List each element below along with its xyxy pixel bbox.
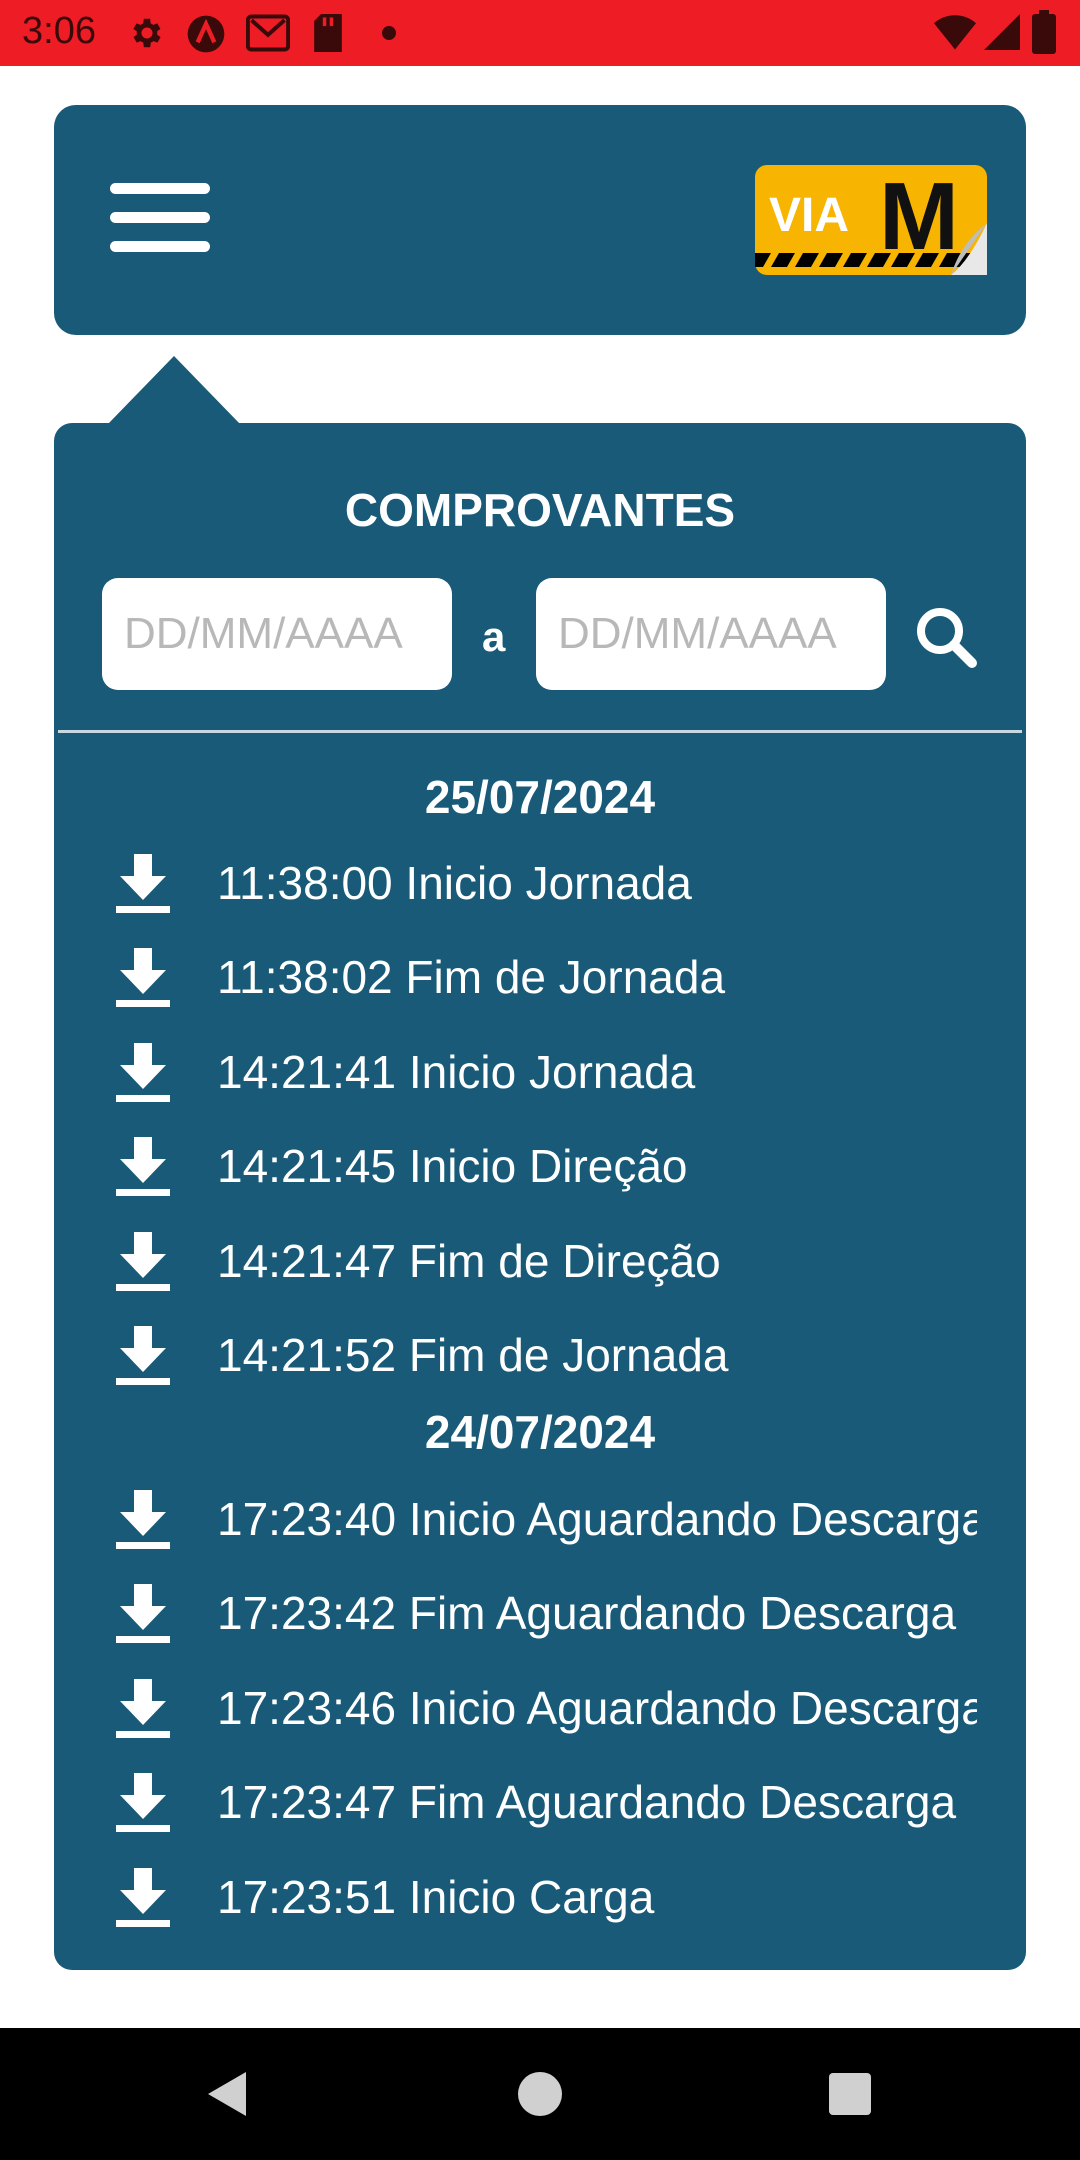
entry-label: 14:21:47 Fim de Direção [217, 1235, 721, 1287]
page-title: COMPROVANTES [344, 484, 736, 536]
list-item[interactable]: 11:38:02 Fim de Jornada [54, 942, 1026, 1022]
entry-label: 11:38:02 Fim de Jornada [217, 951, 726, 1003]
entry-label: 14:21:52 Fim de Jornada [217, 1329, 729, 1381]
list-item[interactable]: 17:23:42 Fim Aguardando Descarga [54, 1578, 1026, 1658]
list-item[interactable]: 17:23:47 Fim Aguardando Descarga [54, 1767, 1026, 1847]
hamburger-menu-icon[interactable] [110, 183, 210, 253]
entry-label: 17:23:40 Inicio Aguardando Descarga [217, 1493, 977, 1545]
entry-label: 17:23:46 Inicio Aguardando Descarga [217, 1682, 977, 1734]
gear-icon [133, 18, 161, 48]
list-item[interactable]: 14:21:41 Inicio Jornada [54, 1037, 1026, 1117]
sd-card-icon [314, 14, 342, 52]
download-icon [116, 1232, 170, 1291]
home-icon[interactable] [508, 2062, 572, 2126]
download-icon [116, 948, 170, 1007]
wifi-icon [934, 15, 976, 50]
back-icon[interactable] [196, 2062, 260, 2126]
signal-icon [984, 14, 1020, 50]
list-item[interactable]: 17:23:40 Inicio Aguardando Descarga [54, 1484, 1026, 1564]
status-bar: 3:06 [0, 0, 1080, 66]
list-item[interactable]: 17:23:46 Inicio Aguardando Descarga [54, 1673, 1026, 1753]
date-from-input[interactable] [102, 578, 452, 690]
download-icon [116, 1868, 170, 1927]
entry-label: 11:38:00 Inicio Jornada [217, 857, 692, 909]
dot-icon [382, 26, 396, 40]
date-range-separator: a [482, 613, 506, 660]
date-heading: 24/07/2024 [424, 1406, 656, 1458]
gmail-icon [246, 14, 290, 52]
list-item[interactable]: 14:21:47 Fim de Direção [54, 1226, 1026, 1306]
list-item[interactable]: 14:21:52 Fim de Jornada [54, 1320, 1026, 1400]
alert-icon [187, 15, 225, 53]
download-icon [116, 1043, 170, 1102]
logo-m-text: M [879, 165, 959, 270]
battery-icon [1032, 10, 1056, 54]
viam-logo: VIA M [755, 165, 987, 275]
download-icon [116, 1490, 170, 1549]
download-icon [116, 1137, 170, 1196]
entry-label: 14:21:41 Inicio Jornada [217, 1046, 696, 1098]
app-header: VIA M [54, 105, 1026, 335]
entry-label: 17:23:51 Inicio Carga [217, 1871, 655, 1923]
download-icon [116, 1773, 170, 1832]
system-nav-bar [0, 2028, 1080, 2160]
download-icon [116, 1679, 170, 1738]
recents-icon[interactable] [818, 2062, 882, 2126]
list-item[interactable]: 14:21:45 Inicio Direção [54, 1131, 1026, 1211]
status-time: 3:06 [22, 10, 96, 52]
search-icon[interactable] [914, 605, 978, 669]
download-icon [116, 854, 170, 913]
entry-label: 14:21:45 Inicio Direção [217, 1140, 688, 1192]
comprovantes-panel: COMPROVANTES a 25/07/2024 11:38:00 Inici… [54, 423, 1026, 1970]
divider [58, 730, 1022, 733]
list-item[interactable]: 17:23:51 Inicio Carga [54, 1862, 1026, 1942]
download-icon [116, 1584, 170, 1643]
date-to-input[interactable] [536, 578, 886, 690]
logo-via-text: VIA [769, 189, 849, 242]
entry-label: 17:23:47 Fim Aguardando Descarga [217, 1776, 957, 1828]
menu-pointer [108, 356, 240, 424]
date-heading: 25/07/2024 [424, 771, 656, 823]
entry-label: 17:23:42 Fim Aguardando Descarga [217, 1587, 957, 1639]
download-icon [116, 1326, 170, 1385]
list-item[interactable]: 11:38:00 Inicio Jornada [54, 848, 1026, 928]
